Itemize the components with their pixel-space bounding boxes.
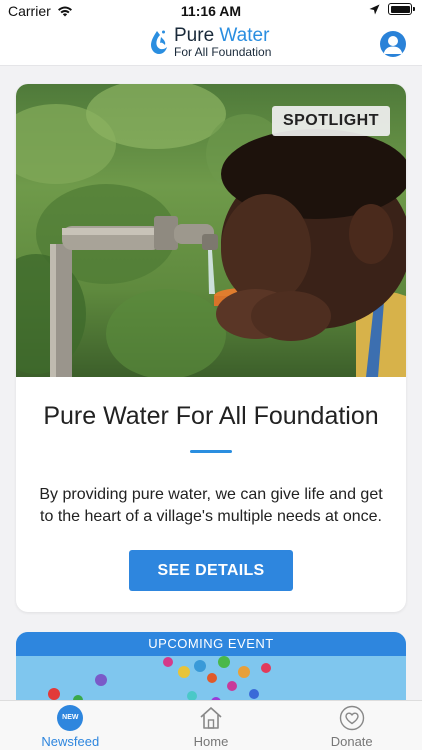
spotlight-card[interactable]: SPOTLIGHT Pure Water For All Foundation … <box>16 84 406 612</box>
spotlight-description: By providing pure water, we can give lif… <box>39 486 383 525</box>
heart-icon <box>339 705 364 731</box>
status-bar: Carrier 11:16 AM <box>0 0 422 22</box>
app-logo: Pure Water For All Foundation <box>148 26 271 58</box>
spotlight-tag: SPOTLIGHT <box>271 106 390 136</box>
tab-donate[interactable]: Donate <box>281 701 422 750</box>
tab-home[interactable]: Home <box>141 701 282 750</box>
spotlight-hero-image: SPOTLIGHT <box>16 84 406 377</box>
tab-bar: NEW Newsfeed Home Donate <box>0 700 422 750</box>
profile-button[interactable] <box>380 31 406 57</box>
tab-home-label: Home <box>193 734 229 749</box>
logo-title: Pure Water <box>174 26 271 45</box>
status-right <box>369 3 415 15</box>
logo-title-water: Water <box>219 25 270 46</box>
status-time: 11:16 AM <box>180 3 242 19</box>
water-drop-logo-icon <box>151 30 167 54</box>
app-header: Pure Water For All Foundation <box>0 22 422 66</box>
tab-newsfeed[interactable]: NEW Newsfeed <box>0 701 141 750</box>
logo-title-pure: Pure <box>174 25 220 46</box>
see-details-button[interactable]: SEE DETAILS <box>129 550 293 591</box>
battery-icon <box>388 3 415 15</box>
location-arrow-icon <box>369 4 380 14</box>
logo-subtitle: For All Foundation <box>174 45 272 59</box>
event-header: UPCOMING EVENT <box>16 632 406 656</box>
logo-text: Pure Water For All Foundation <box>174 26 271 58</box>
tab-donate-label: Donate <box>330 734 373 749</box>
title-divider <box>190 450 232 453</box>
home-icon <box>200 707 222 729</box>
spotlight-title: Pure Water For All Foundation <box>43 402 379 430</box>
user-avatar-icon <box>383 36 403 54</box>
tab-newsfeed-label: Newsfeed <box>41 734 100 749</box>
new-badge-icon: NEW <box>57 705 84 731</box>
